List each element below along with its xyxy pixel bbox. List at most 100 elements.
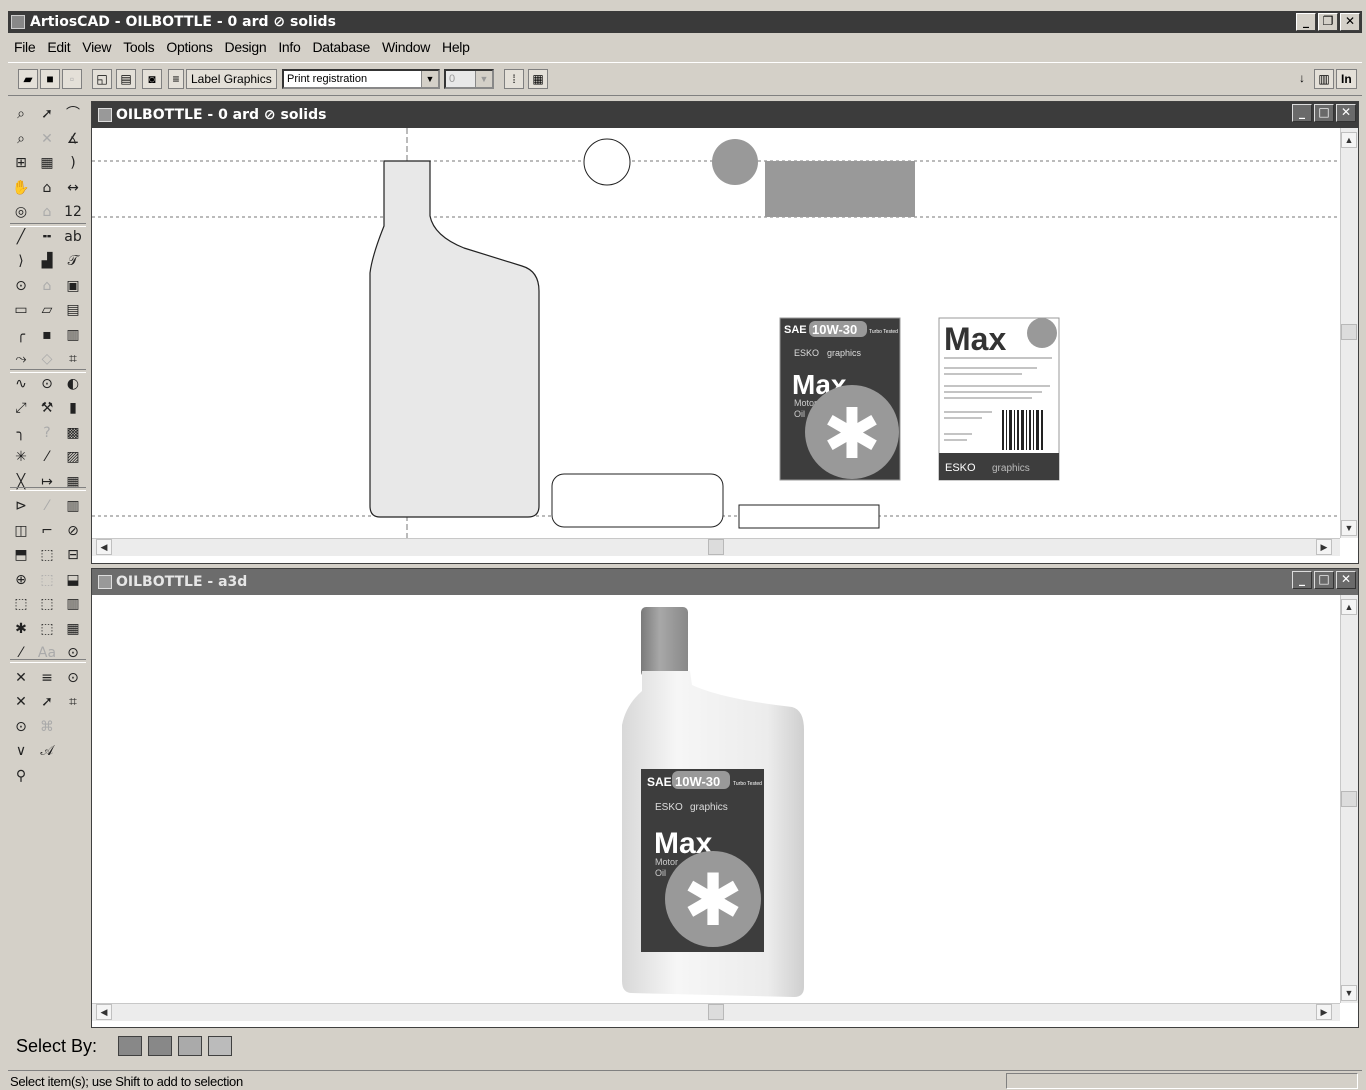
arc-icon[interactable]: ▣ bbox=[62, 275, 84, 297]
fit-icon[interactable]: ≡ bbox=[36, 667, 58, 689]
angle-icon[interactable]: 𝒯 bbox=[62, 250, 84, 272]
print-icon[interactable]: ◙ bbox=[142, 69, 162, 89]
angle-icon[interactable]: ∡ bbox=[62, 128, 84, 150]
zoom-out-icon[interactable]: ⌕ bbox=[10, 128, 32, 150]
menu-edit[interactable]: Edit bbox=[41, 35, 76, 59]
app-close-button[interactable]: ✕ bbox=[1340, 13, 1360, 31]
dimension-icon[interactable]: ▤ bbox=[62, 299, 84, 321]
output-icon[interactable]: ▤ bbox=[116, 69, 136, 89]
viewer3d-maximize-button[interactable]: □ bbox=[1314, 571, 1334, 589]
arc-icon[interactable]: ⊘ bbox=[62, 520, 84, 542]
zoom-out-icon[interactable]: ✱ bbox=[10, 618, 32, 640]
grid-icon[interactable]: ⌂ bbox=[36, 275, 58, 297]
scroll-thumb[interactable] bbox=[1341, 791, 1357, 807]
app-minimize-button[interactable]: _ bbox=[1296, 13, 1316, 31]
number-12-icon[interactable]: ⌗ bbox=[62, 691, 84, 713]
viewer3d-close-button[interactable]: ✕ bbox=[1336, 571, 1356, 589]
select-by-layer-icon[interactable] bbox=[178, 1036, 202, 1056]
line-tool-icon[interactable]: ▥ bbox=[62, 593, 84, 615]
cross-icon[interactable]: ✕ bbox=[36, 128, 58, 150]
zoom-out-icon[interactable]: ⊳ bbox=[10, 495, 32, 517]
design-minimize-button[interactable]: _ bbox=[1292, 104, 1312, 122]
design-horizontal-scrollbar[interactable]: ◀ ▶ bbox=[92, 538, 1340, 556]
menu-options[interactable]: Options bbox=[160, 35, 218, 59]
grid-icon[interactable]: ⌐ bbox=[36, 520, 58, 542]
dimension-icon[interactable]: ↔ bbox=[62, 177, 84, 199]
menu-window[interactable]: Window bbox=[376, 35, 436, 59]
cap-outline-circle[interactable] bbox=[583, 138, 631, 186]
view-3d-icon[interactable]: ╭ bbox=[10, 324, 32, 346]
design-close-button[interactable]: ✕ bbox=[1336, 104, 1356, 122]
measure-icon[interactable]: ⌂ bbox=[36, 201, 58, 223]
settings-icon[interactable]: ▦ bbox=[528, 69, 548, 89]
zoom-out-icon[interactable]: ⟩ bbox=[10, 250, 32, 272]
cap-filled-circle[interactable] bbox=[712, 139, 758, 185]
menu-help[interactable]: Help bbox=[436, 35, 476, 59]
zoom-box-icon[interactable]: ⊞ bbox=[10, 152, 32, 174]
zoom-in-icon[interactable]: ╱ bbox=[10, 226, 32, 248]
front-label[interactable]: SAE 10W-30 Turbo Tested ESKO graphics Ma… bbox=[779, 317, 901, 481]
copy-icon[interactable]: ▫ bbox=[62, 69, 82, 89]
zoom-in-icon[interactable]: ⌕ bbox=[10, 103, 32, 125]
pointer-icon[interactable]: ↓ bbox=[1292, 69, 1312, 89]
bottle-outline[interactable] bbox=[369, 160, 540, 518]
menu-tools[interactable]: Tools bbox=[117, 35, 160, 59]
pan-hand-icon[interactable]: ✕ bbox=[10, 667, 32, 689]
view-3d-icon[interactable]: ✕ bbox=[10, 691, 32, 713]
scroll-up-icon[interactable]: ▲ bbox=[1341, 599, 1357, 615]
cross-icon[interactable]: ▟ bbox=[36, 250, 58, 272]
zoom-in-icon[interactable]: ⊙ bbox=[10, 716, 32, 738]
line-tool-icon[interactable]: ab bbox=[62, 226, 84, 248]
measure-icon[interactable]: ▪ bbox=[36, 324, 58, 346]
select-arrow-icon[interactable]: ◇ bbox=[36, 348, 58, 370]
dimension-icon[interactable]: ⊙ bbox=[62, 667, 84, 689]
scroll-down-icon[interactable]: ▼ bbox=[1341, 520, 1357, 536]
scroll-right-icon[interactable]: ▶ bbox=[1316, 539, 1332, 555]
scroll-left-icon[interactable]: ◀ bbox=[96, 1004, 112, 1020]
fit-icon[interactable]: ▱ bbox=[36, 299, 58, 321]
zoom-in-icon[interactable]: ⤳ bbox=[10, 348, 32, 370]
number-12-icon[interactable]: ▨ bbox=[62, 446, 84, 468]
pan-hand-icon[interactable]: ▭ bbox=[10, 299, 32, 321]
design-canvas[interactable]: SAE 10W-30 Turbo Tested ESKO graphics Ma… bbox=[92, 128, 1340, 538]
fit-icon[interactable]: ⬚ bbox=[36, 544, 58, 566]
measure-icon[interactable]: ⬚ bbox=[36, 569, 58, 591]
zoom-box-icon[interactable]: ◫ bbox=[10, 520, 32, 542]
angle-icon[interactable]: ▦ bbox=[62, 618, 84, 640]
design-maximize-button[interactable]: □ bbox=[1314, 104, 1334, 122]
base-strip[interactable] bbox=[738, 504, 880, 529]
zoom-box-icon[interactable]: ⊙ bbox=[10, 275, 32, 297]
chevron-down-icon[interactable]: ▼ bbox=[475, 71, 492, 87]
select-arrow-icon[interactable]: ⬚ bbox=[36, 593, 58, 615]
save-icon[interactable]: ■ bbox=[40, 69, 60, 89]
zoom-box-icon[interactable]: ⤢ bbox=[10, 397, 32, 419]
select-arrow-icon[interactable]: ╍ bbox=[36, 226, 58, 248]
select-arrow-icon[interactable]: ➚ bbox=[36, 103, 58, 125]
chevron-down-icon[interactable]: ▼ bbox=[421, 71, 438, 87]
select-by-group-icon[interactable] bbox=[148, 1036, 172, 1056]
pan-hand-icon[interactable]: ✋ bbox=[10, 177, 32, 199]
menu-file[interactable]: File bbox=[8, 35, 41, 59]
select-by-item-icon[interactable] bbox=[118, 1036, 142, 1056]
cross-icon[interactable]: ⁄ bbox=[36, 495, 58, 517]
book-icon[interactable]: ▥ bbox=[1314, 69, 1334, 89]
number-12-icon[interactable]: 12 bbox=[62, 201, 84, 223]
number-12-icon[interactable]: ⬓ bbox=[62, 569, 84, 591]
cross-icon[interactable]: ⬚ bbox=[36, 618, 58, 640]
fit-icon[interactable]: ? bbox=[36, 422, 58, 444]
design-vertical-scrollbar[interactable]: ▲ ▼ bbox=[1340, 128, 1358, 538]
viewer3d-minimize-button[interactable]: _ bbox=[1292, 571, 1312, 589]
grid-icon[interactable]: ⚒ bbox=[36, 397, 58, 419]
menu-info[interactable]: Info bbox=[272, 35, 306, 59]
viewer3d-horizontal-scrollbar[interactable]: ◀ ▶ bbox=[92, 1003, 1340, 1021]
angle-icon[interactable]: ◐ bbox=[62, 373, 84, 395]
zoom-out-icon[interactable]: ∿ bbox=[10, 373, 32, 395]
app-restore-button[interactable]: ❐ bbox=[1318, 13, 1338, 31]
scroll-thumb[interactable] bbox=[708, 1004, 724, 1020]
scroll-thumb[interactable] bbox=[1341, 324, 1357, 340]
measure-icon[interactable]: ⁄ bbox=[36, 446, 58, 468]
view-3d-icon[interactable]: ✳ bbox=[10, 446, 32, 468]
inch-units-button[interactable]: In bbox=[1336, 69, 1357, 89]
open-icon[interactable]: ▰ bbox=[18, 69, 38, 89]
arc-icon[interactable]: ) bbox=[62, 152, 84, 174]
